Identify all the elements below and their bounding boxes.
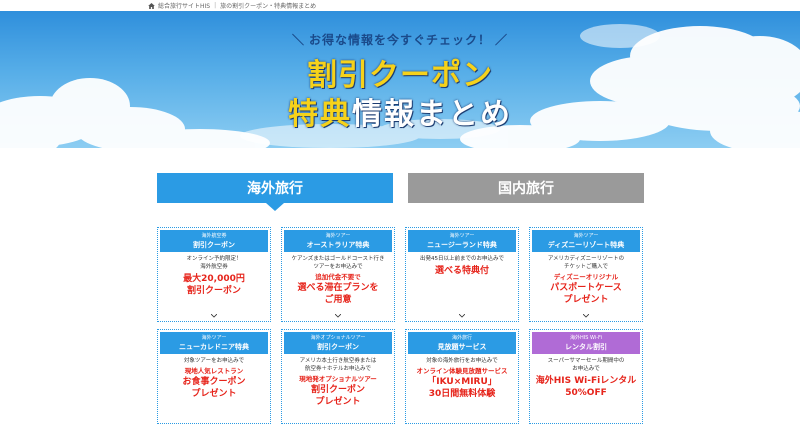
card-description: 対象ツアーをお申込みで <box>183 358 245 364</box>
card-highlight: 最大20,000円 割引クーポン <box>183 274 245 296</box>
card-highlight: ディズニーオリジナル パスポートケース プレゼント <box>550 273 622 305</box>
card-name: 見放題サービス <box>437 342 487 351</box>
breadcrumb: 総合旅行サイトHIS | 旅の割引クーポン・特典情報まとめ <box>0 0 800 11</box>
breadcrumb-home-link[interactable]: 総合旅行サイトHIS <box>158 1 210 10</box>
chevron-down-icon <box>583 314 589 318</box>
card-description: スーパーサマーセール期間中の お申込みで <box>547 358 625 372</box>
card-header: 海外オプショナルツアー 割引クーポン <box>284 332 392 354</box>
card-header: 海外ツアー オーストラリア特典 <box>284 230 392 252</box>
hero-tagline: ＼ お得な情報を今すぐチェック！／ <box>291 33 509 47</box>
card-description: 出発45日以上前までのお申込みで <box>420 256 504 262</box>
card-header: 海外航空券 割引クーポン <box>160 230 268 252</box>
card-name: ニュージーランド特典 <box>427 240 497 249</box>
card-highlight: 現地発オプショナルツアー 割引クーポン プレゼント <box>299 375 377 407</box>
card-highlight: 選べる特典付 <box>434 266 489 276</box>
card-name: レンタル割引 <box>565 342 607 351</box>
chevron-down-icon <box>211 314 217 318</box>
card-name: オーストラリア特典 <box>306 240 370 249</box>
card-category: 海外ツアー <box>325 232 351 239</box>
card-category: 海外ツアー <box>449 232 475 239</box>
card-category: 海外ツアー <box>573 232 599 239</box>
card-category: 海外ツアー <box>201 334 227 341</box>
card-header: 海外旅行 見放題サービス <box>408 332 516 354</box>
coupon-card-overseas-air[interactable]: 海外航空券 割引クーポン オンライン予約限定！ 海外航空券 最大20,000円 割引… <box>157 227 271 322</box>
card-header: 海外ツアー ニュージーランド特典 <box>408 230 516 252</box>
card-highlight: オンライン体験見放題サービス 「IKU×MIRU」 30日間無料体験 <box>416 367 508 399</box>
card-category: 海外航空券 <box>201 232 227 239</box>
card-category: 海外旅行 <box>451 334 472 341</box>
hero-banner: ＼ お得な情報を今すぐチェック！／ 割引クーポン 特典情報まとめ <box>0 11 800 148</box>
card-highlight: 現地人気レストラン お食事クーポン プレゼント <box>182 367 246 399</box>
hero-title-line2: 特典情報まとめ <box>288 97 512 132</box>
card-header: 海外HIS Wi-Fi レンタル割引 <box>532 332 640 354</box>
card-header: 海外ツアー ニューカレドニア特典 <box>160 332 268 354</box>
coupon-card-australia[interactable]: 海外ツアー オーストラリア特典 ケアンズまたはゴールドコースト行き ツアーをお申込… <box>281 227 395 322</box>
card-name: ニューカレドニア特典 <box>179 342 249 351</box>
card-name: 割引クーポン <box>317 342 359 351</box>
coupon-card-wifi[interactable]: 海外HIS Wi-Fi レンタル割引 スーパーサマーセール期間中の お申込みで 海… <box>529 329 643 424</box>
coupon-card-optional-tour[interactable]: 海外オプショナルツアー 割引クーポン アメリカ本土行き航空券または 航空券＋ホテル… <box>281 329 395 424</box>
coupon-card-streaming[interactable]: 海外旅行 見放題サービス 対象の海外旅行をお申込みで オンライン体験見放題サービ… <box>405 329 519 424</box>
home-icon[interactable] <box>148 2 155 9</box>
chevron-down-icon <box>335 314 341 318</box>
coupon-card-new-caledonia[interactable]: 海外ツアー ニューカレドニア特典 対象ツアーをお申込みで 現地人気レストラン お… <box>157 329 271 424</box>
card-description: ケアンズまたはゴールドコースト行き ツアーをお申込みで <box>291 256 385 270</box>
travel-type-tabs: 海外旅行 国内旅行 <box>157 173 644 211</box>
breadcrumb-separator: | <box>214 2 217 9</box>
card-name: 割引クーポン <box>193 240 235 249</box>
card-highlight: 追加代金不要で 選べる滞在プランを ご用意 <box>297 273 379 305</box>
tab-overseas[interactable]: 海外旅行 <box>157 173 393 211</box>
card-description: アメリカディズニーリゾートの チケットご購入で <box>547 256 625 270</box>
card-description: 対象の海外旅行をお申込みで <box>426 358 498 364</box>
card-category: 海外HIS Wi-Fi <box>570 334 602 341</box>
card-category: 海外オプショナルツアー <box>310 334 366 341</box>
chevron-down-icon <box>459 314 465 318</box>
coupon-card-disney[interactable]: 海外ツアー ディズニーリゾート特典 アメリカディズニーリゾートの チケットご購入で… <box>529 227 643 322</box>
coupon-card-new-zealand[interactable]: 海外ツアー ニュージーランド特典 出発45日以上前までのお申込みで 選べる特典付 <box>405 227 519 322</box>
card-header: 海外ツアー ディズニーリゾート特典 <box>532 230 640 252</box>
card-description: オンライン予約限定！ 海外航空券 <box>186 256 242 270</box>
card-highlight: 海外HIS Wi-Fiレンタル 50%OFF <box>535 376 637 398</box>
card-name: ディズニーリゾート特典 <box>547 240 625 249</box>
card-description: アメリカ本土行き航空券または 航空券＋ホテルお申込みで <box>299 358 377 372</box>
breadcrumb-current: 旅の割引クーポン・特典情報まとめ <box>220 3 317 10</box>
tab-domestic[interactable]: 国内旅行 <box>408 173 644 203</box>
hero-title-line1: 割引クーポン <box>307 58 493 93</box>
